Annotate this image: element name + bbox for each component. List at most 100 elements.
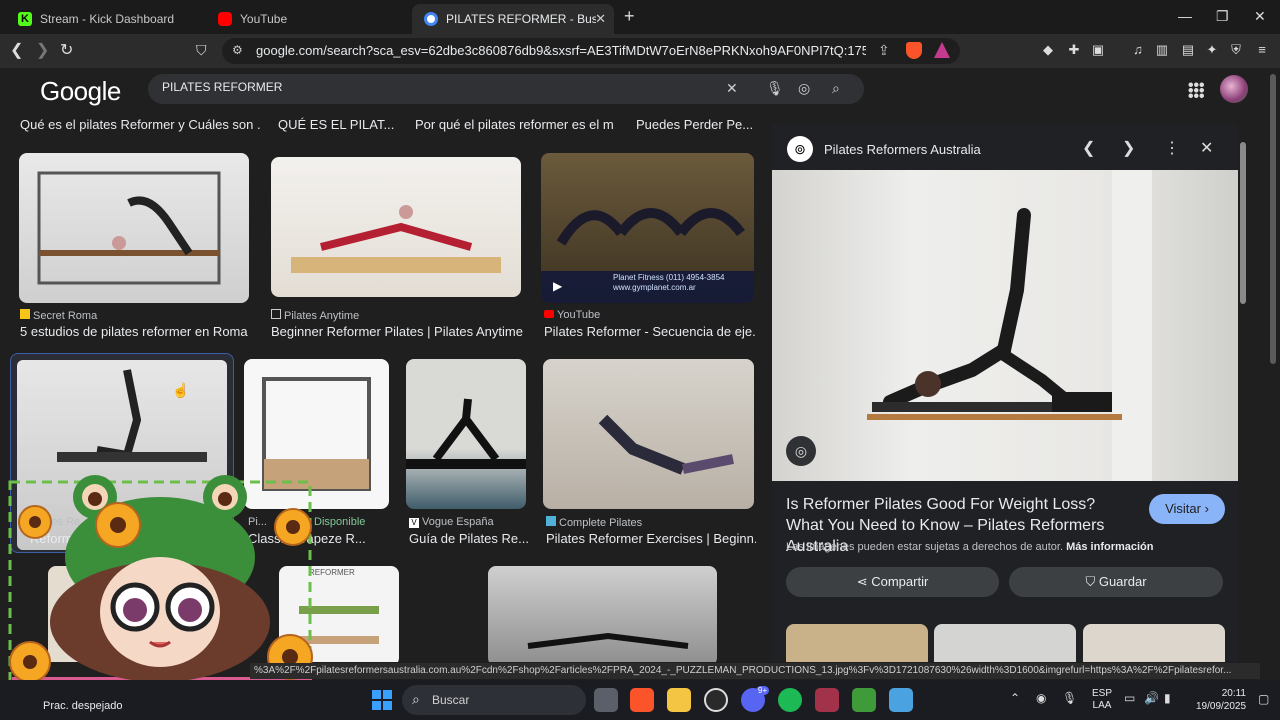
volume-icon[interactable]: 🔊 [1144,691,1159,705]
vpn-icon[interactable]: ⛨ [1228,42,1244,58]
result-image-vogue[interactable] [406,359,526,509]
address-bar[interactable]: ⚙ google.com/search?sca_esv=62dbe3c86087… [222,38,960,64]
lens-search-icon[interactable]: ◎ [786,436,816,466]
windows-taskbar: Prac. despejado ⌕ Buscar 9+ ⌃ ◉ 🎙 ESP LA… [0,680,1280,720]
related-image[interactable] [786,624,928,662]
clear-icon[interactable]: ✕ [726,80,738,97]
more-options-icon[interactable]: ⋮ [1164,138,1180,158]
back-icon[interactable]: ❮ [10,40,23,60]
related-image[interactable] [934,624,1076,662]
search-box[interactable]: ✕ 🎙 ◎ ⌕ [148,74,864,104]
google-logo[interactable]: Google [40,76,121,107]
tray-mic-icon[interactable]: 🎙 [1062,691,1077,705]
menu-icon[interactable]: ≡ [1254,42,1270,58]
obs-icon[interactable] [704,688,728,712]
bookmark-icon[interactable]: ⛉ [196,42,207,59]
preview-image[interactable]: ◎ [772,170,1238,481]
close-window-button[interactable]: ✕ [1254,8,1266,25]
result-title[interactable]: Qué es el pilates Reformer y Cuáles son … [20,117,260,132]
browser-tab-bar: K Stream - Kick Dashboard YouTube PILATE… [0,0,1280,34]
result-title[interactable]: Beginner Reformer Pilates | Pilates Anyt… [271,324,531,339]
tab-label: Stream - Kick Dashboard [40,12,175,26]
sidebar-icon[interactable]: ▥ [1154,42,1170,58]
result-source: Secret Roma [20,309,97,322]
result-title[interactable]: Pilates Reformer Exercises | Beginn... [546,531,756,546]
result-image-complete-pilates[interactable] [543,359,754,509]
new-tab-button[interactable]: + [624,6,635,27]
next-image-icon[interactable]: ❯ [1122,138,1135,158]
result-image-secret-roma[interactable] [19,153,249,303]
result-title[interactable]: 5 estudios de pilates reformer en Roma [20,324,260,339]
result-title[interactable]: Por qué el pilates reformer es el m... [415,117,615,132]
tab-youtube[interactable]: YouTube [206,4,406,34]
panel-scroll-thumb[interactable] [1240,142,1246,304]
wallet-icon[interactable]: ▤ [1180,42,1196,58]
taskbar-search[interactable]: ⌕ Buscar [402,685,586,715]
vtuber-frog-avatar [8,475,313,684]
visit-button[interactable]: Visitar › [1149,494,1225,524]
microphone-icon[interactable]: 🎙 [766,80,784,97]
maximize-button[interactable]: ❐ [1216,8,1229,25]
close-panel-icon[interactable]: ✕ [1200,138,1213,158]
reload-icon[interactable]: ↻ [60,40,73,60]
search-input[interactable] [162,80,702,94]
result-title[interactable]: Pilates Reformer - Secuencia de eje... [544,324,756,339]
spotify-icon[interactable] [778,688,802,712]
minimize-button[interactable]: — [1178,8,1192,24]
tab-kick[interactable]: K Stream - Kick Dashboard [6,4,206,34]
brave-browser-icon[interactable] [630,688,654,712]
save-button[interactable]: ⛉ Guardar [1009,567,1223,597]
result-title[interactable]: Puedes Perder Pe... [636,117,756,132]
clock-time: 20:11 [1221,688,1246,699]
brave-shields-icon[interactable] [906,42,922,59]
play-icon[interactable]: ▶ [553,279,562,293]
previous-image-icon[interactable]: ❮ [1082,138,1095,158]
file-explorer-icon[interactable] [667,688,691,712]
page-scrollbar[interactable] [1270,74,1276,364]
site-info-icon[interactable]: ⚙ [232,43,243,57]
language-indicator[interactable]: ESP LAA [1092,688,1112,712]
apps-grid-icon[interactable] [1188,82,1204,98]
result-title[interactable]: Guía de Pilates Re... [409,531,529,546]
source-logo[interactable]: ⊚ [787,136,813,162]
app-icon[interactable] [815,688,839,712]
source-name: Pilates Anytime [284,310,360,322]
share-button[interactable]: ⋖ Compartir [786,567,999,597]
lens-icon[interactable]: ◎ [798,80,810,97]
network-icon[interactable]: ▭ [1124,691,1135,705]
source-name: YouTube [557,309,601,321]
tray-app-icon[interactable]: ◉ [1036,691,1046,705]
result-image-youtube-video[interactable]: ▶ Planet Fitness (011) 4954-3854 www.gym… [541,153,754,303]
panel-source-name[interactable]: Pilates Reformers Australia [824,142,981,157]
task-view-icon[interactable] [594,688,618,712]
search-icon[interactable]: ⌕ [832,80,840,97]
stream-avatar-overlay [0,462,325,687]
more-info-link[interactable]: Más información [1066,541,1153,553]
result-image-row3-c[interactable] [488,566,717,662]
forward-icon[interactable]: ❯ [36,40,49,60]
media-icon[interactable]: ♫ [1130,42,1146,58]
share-icon[interactable]: ⇪ [878,42,890,59]
close-tab-icon[interactable]: ✕ [595,11,606,27]
result-image-pilates-anytime[interactable] [271,157,521,297]
related-image[interactable] [1083,624,1225,662]
extensions-icon[interactable]: ✚ [1066,42,1082,58]
minecraft-icon[interactable] [852,688,876,712]
wallet-diamond-icon[interactable]: ◆ [1040,42,1056,58]
url-text[interactable]: google.com/search?sca_esv=62dbe3c860876d… [256,43,866,58]
notifications-icon[interactable]: ▢ [1258,692,1269,706]
start-windows-icon[interactable] [372,690,392,710]
leo-ai-icon[interactable]: ✦ [1204,42,1220,58]
screenshot-icon[interactable]: ▣ [1090,42,1106,58]
panel-scrollbar[interactable] [1240,128,1248,662]
clock[interactable]: 20:11 19/09/2025 [1196,687,1246,713]
notepad-icon[interactable] [889,688,913,712]
tray-chevron-icon[interactable]: ⌃ [1010,691,1020,705]
result-source: YouTube [544,309,600,321]
battery-icon[interactable]: ▮ [1164,691,1171,705]
avatar[interactable] [1220,75,1248,103]
brave-rewards-icon[interactable] [934,42,950,58]
tab-google[interactable]: PILATES REFORMER - Buscar con Google ✕ [412,4,614,34]
weather-text[interactable]: Prac. despejado [43,700,123,712]
result-title[interactable]: QUÉ ES EL PILAT... [278,117,398,132]
